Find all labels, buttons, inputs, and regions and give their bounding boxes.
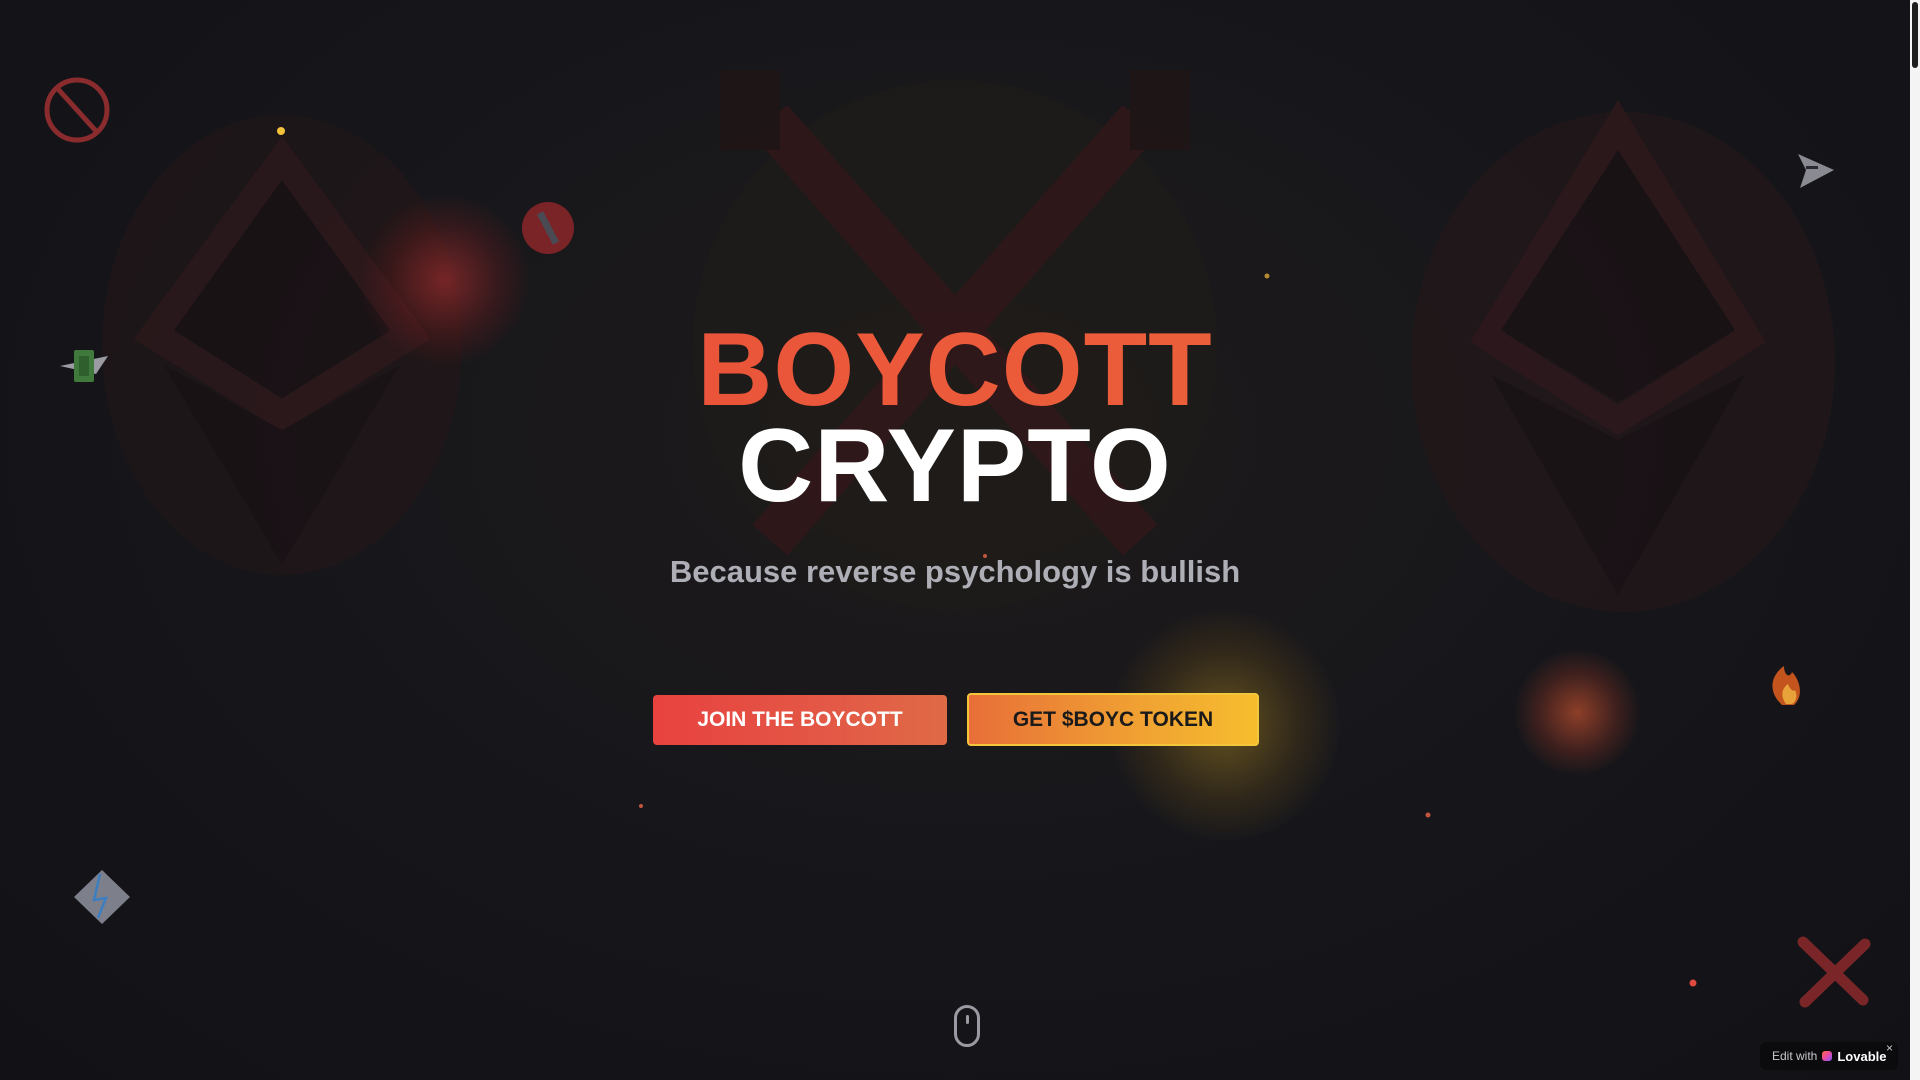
join-boycott-button[interactable]: JOIN THE BOYCOTT	[653, 695, 947, 745]
fire-icon	[1772, 666, 1800, 705]
prohibited-icon	[44, 77, 110, 143]
badge-close-icon[interactable]: ×	[1886, 1042, 1893, 1054]
lovable-heart-icon	[1822, 1051, 1833, 1061]
badge-prefix: Edit with	[1772, 1049, 1818, 1063]
get-token-button[interactable]: GET $BOYC TOKEN	[967, 693, 1259, 746]
scrollbar[interactable]	[1910, 0, 1920, 1080]
lovable-badge[interactable]: Edit with Lovable	[1760, 1042, 1898, 1070]
hero-section: BOYCOTT CRYPTO Because reverse psycholog…	[0, 318, 1910, 590]
paper-plane-icon	[1798, 154, 1834, 188]
scrollbar-thumb[interactable]	[1912, 2, 1918, 68]
no-entry-icon	[522, 202, 574, 254]
red-x-icon	[1797, 936, 1871, 1008]
hero-title-crypto: CRYPTO	[738, 408, 1172, 524]
hero-tagline: Because reverse psychology is bullish	[669, 554, 1241, 589]
lightning-diamond-icon	[74, 870, 130, 924]
landing-page: BOYCOTT CRYPTO Because reverse psycholog…	[0, 0, 1920, 1080]
hero-title-boycott: BOYCOTT	[0, 318, 1910, 422]
badge-brand: Lovable	[1837, 1048, 1887, 1064]
scroll-mouse-icon[interactable]	[954, 1005, 980, 1047]
